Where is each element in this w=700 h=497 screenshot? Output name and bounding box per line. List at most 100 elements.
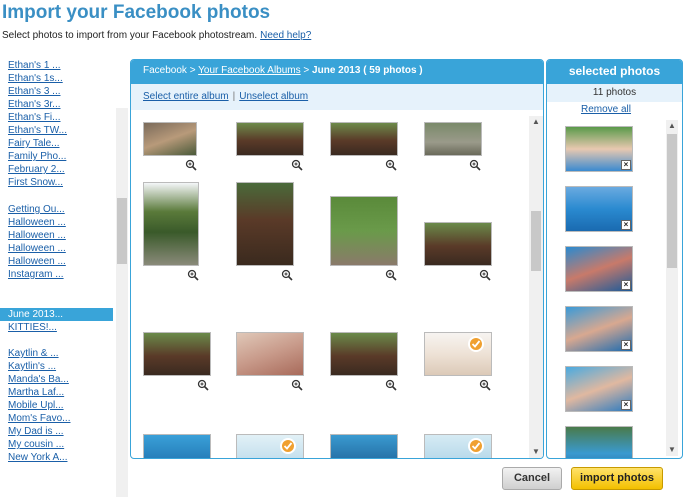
photo-thumbnail[interactable] <box>330 434 398 458</box>
remove-photo-icon[interactable]: × <box>621 280 631 290</box>
album-item[interactable]: Ethan's 1 ... <box>8 60 61 71</box>
album-item[interactable]: Mobile Upl... <box>8 400 64 411</box>
album-item[interactable]: Instagram ... <box>8 269 64 280</box>
actions-divider: | <box>232 91 236 102</box>
album-item[interactable]: Mom's Favo... <box>8 413 70 424</box>
album-item[interactable]: Fairy Tale... <box>8 138 60 149</box>
remove-photo-icon[interactable]: × <box>621 340 631 350</box>
sidebar-scrollbar[interactable]: ▼ <box>116 108 128 497</box>
album-sidebar: Ethan's 1 ... Ethan's 1s... Ethan's 3 ..… <box>0 52 128 497</box>
zoom-icon[interactable] <box>479 378 491 391</box>
album-item[interactable]: Getting Ou... <box>8 204 65 215</box>
photo-thumbnail[interactable] <box>330 122 398 156</box>
selected-photo: × <box>565 126 633 172</box>
photo-grid-scrollbar[interactable]: ▲ ▼ <box>529 116 543 458</box>
selected-photo: × <box>565 366 633 412</box>
selected-photos-scrollbar[interactable]: ▲ ▼ <box>666 120 678 456</box>
page-subtitle: Select photos to import from your Facebo… <box>2 30 311 41</box>
zoom-icon[interactable] <box>385 378 397 391</box>
photo-thumbnail[interactable] <box>236 332 304 376</box>
album-item[interactable]: Halloween ... <box>8 243 66 254</box>
album-item[interactable]: My Dad is ... <box>8 426 64 437</box>
album-item-selected[interactable]: June 2013... <box>0 308 113 321</box>
album-item[interactable]: Ethan's 3r... <box>8 99 61 110</box>
zoom-icon[interactable] <box>479 268 491 281</box>
checkmark-icon <box>468 438 484 454</box>
selected-photo: × <box>565 186 633 232</box>
album-item[interactable]: February 2... <box>8 164 65 175</box>
album-item[interactable]: Ethan's TW... <box>8 125 67 136</box>
breadcrumb-root: Facebook <box>143 65 187 76</box>
panel-breadcrumb: Facebook > Your Facebook Albums > June 2… <box>131 60 543 84</box>
photo-thumbnail[interactable] <box>330 332 398 376</box>
photo-thumbnail[interactable] <box>143 182 199 266</box>
breadcrumb-separator: > <box>189 65 196 76</box>
selected-photos-list: × × × × × <box>547 120 667 458</box>
remove-photo-icon[interactable]: × <box>621 400 631 410</box>
zoom-icon[interactable] <box>281 268 293 281</box>
selected-photos-panel: selected photos 11 photos Remove all × ×… <box>546 59 683 459</box>
need-help-link[interactable]: Need help? <box>260 30 311 41</box>
photo-thumbnail[interactable] <box>236 182 294 266</box>
zoom-icon[interactable] <box>385 268 397 281</box>
selected-photo <box>565 426 633 458</box>
checkmark-icon <box>280 438 296 454</box>
scroll-down-icon[interactable]: ▼ <box>666 444 678 456</box>
album-list: Ethan's 1 ... Ethan's 1s... Ethan's 3 ..… <box>0 56 114 464</box>
photo-grid-scroll-thumb[interactable] <box>531 211 541 271</box>
scroll-down-icon[interactable]: ▼ <box>530 446 542 458</box>
zoom-icon[interactable] <box>469 158 481 171</box>
photo-thumbnail[interactable] <box>236 122 304 156</box>
photo-thumbnail[interactable] <box>143 122 197 156</box>
photo-thumbnail[interactable] <box>424 122 482 156</box>
album-item[interactable]: Family Pho... <box>8 151 66 162</box>
album-item[interactable]: Halloween ... <box>8 256 66 267</box>
selected-photo: × <box>565 306 633 352</box>
photo-thumbnail[interactable] <box>330 196 398 266</box>
photo-grid <box>131 110 527 458</box>
album-item[interactable]: New York A... <box>8 452 67 463</box>
photo-thumbnail[interactable] <box>143 332 211 376</box>
subtitle-text: Select photos to import from your Facebo… <box>2 30 258 41</box>
zoom-icon[interactable] <box>291 378 303 391</box>
scroll-up-icon[interactable]: ▲ <box>530 116 542 128</box>
album-item[interactable]: Martha Laf... <box>8 387 64 398</box>
album-item[interactable]: Ethan's 3 ... <box>8 86 61 97</box>
zoom-icon[interactable] <box>185 158 197 171</box>
breadcrumb-albums-link[interactable]: Your Facebook Albums <box>198 65 300 76</box>
sidebar-scroll-thumb[interactable] <box>117 198 127 264</box>
remove-photo-icon[interactable]: × <box>621 160 631 170</box>
photo-thumbnail[interactable] <box>143 434 211 458</box>
selected-photo: × <box>565 246 633 292</box>
album-item[interactable]: First Snow... <box>8 177 63 188</box>
scroll-up-icon[interactable]: ▲ <box>666 120 678 132</box>
album-item[interactable]: Ethan's Fi... <box>8 112 61 123</box>
album-item[interactable]: Halloween ... <box>8 230 66 241</box>
remove-photo-icon[interactable]: × <box>621 220 631 230</box>
album-item[interactable]: Kaytlin & ... <box>8 348 59 359</box>
zoom-icon[interactable] <box>385 158 397 171</box>
zoom-icon[interactable] <box>197 378 209 391</box>
selected-photos-count: 11 photos <box>547 84 682 102</box>
import-photos-button[interactable]: import photos <box>571 467 663 490</box>
breadcrumb-separator: > <box>303 65 310 76</box>
album-photos-panel: Facebook > Your Facebook Albums > June 2… <box>130 59 544 459</box>
album-item[interactable]: KITTIES!... <box>8 322 57 333</box>
selected-photos-title: selected photos <box>547 60 682 84</box>
zoom-icon[interactable] <box>187 268 199 281</box>
zoom-icon[interactable] <box>291 158 303 171</box>
album-item[interactable]: My cousin ... <box>8 439 64 450</box>
album-actions: Select entire album | Unselect album <box>131 84 543 110</box>
album-item[interactable]: Manda's Ba... <box>8 374 69 385</box>
remove-all-link[interactable]: Remove all <box>547 104 665 115</box>
cancel-button[interactable]: Cancel <box>502 467 562 490</box>
breadcrumb-current: June 2013 ( 59 photos ) <box>312 65 423 76</box>
photo-thumbnail[interactable] <box>424 222 492 266</box>
album-item[interactable]: Ethan's 1s... <box>8 73 63 84</box>
selected-scroll-thumb[interactable] <box>667 134 677 268</box>
album-item[interactable]: Kaytlin's ... <box>8 361 56 372</box>
unselect-album-link[interactable]: Unselect album <box>239 91 308 102</box>
album-item[interactable]: Halloween ... <box>8 217 66 228</box>
checkmark-icon <box>468 336 484 352</box>
select-entire-album-link[interactable]: Select entire album <box>143 91 229 102</box>
